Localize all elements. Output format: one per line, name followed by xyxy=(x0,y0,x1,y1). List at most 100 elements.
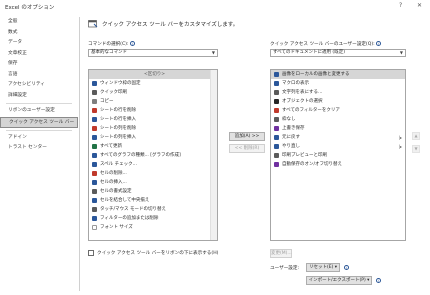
list-item[interactable]: クイック印刷 xyxy=(89,88,217,97)
nav-divider xyxy=(6,103,72,104)
spell-check-icon xyxy=(92,162,97,167)
info-icon: i xyxy=(376,41,382,46)
chevron-down-icon: ▼ xyxy=(399,50,403,55)
list-item-label: シートの行を挿入 xyxy=(100,117,136,122)
list-item[interactable]: シートの列を挿入 xyxy=(89,133,217,142)
list-item[interactable]: すべてのグラフの種類... [グラフの作成] xyxy=(89,151,217,160)
list-item-label: セルの削除... xyxy=(100,171,127,176)
reset-button[interactable]: リセット(E) ▾ xyxy=(306,263,340,272)
list-item-label: シートの行を削除 xyxy=(100,108,136,113)
list-item[interactable]: セルの挿入... xyxy=(89,178,217,187)
list-item[interactable]: タッチ/マウス モードの切り替え▸ xyxy=(89,205,217,214)
nav-item-formulas[interactable]: 数式 xyxy=(0,28,78,39)
info-icon: i xyxy=(129,41,135,46)
list-item[interactable]: セルの削除... xyxy=(89,169,217,178)
list-item[interactable]: スペル チェック... xyxy=(89,160,217,169)
move-up-button[interactable]: ▲ xyxy=(412,132,420,140)
nav-item-save[interactable]: 保存 xyxy=(0,59,78,70)
list-item[interactable]: マクロの表示 xyxy=(271,79,405,88)
nav-item-quick-access-toolbar[interactable]: クイック アクセス ツール バー xyxy=(0,116,78,128)
print-preview-icon xyxy=(274,153,279,158)
nav-item-accessibility[interactable]: アクセシビリティ xyxy=(0,80,78,91)
list-item-label: セルを結合して中央揃え xyxy=(100,198,150,203)
list-item[interactable]: セルの書式設定 xyxy=(89,187,217,196)
list-item[interactable]: シートの列を削除 xyxy=(89,124,217,133)
nav-item-advanced[interactable]: 詳細設定 xyxy=(0,91,78,102)
available-commands-list[interactable]: <区切り> ウィンドウ枠の固定▸ クイック印刷コピーシートの行を削除シートの行を挿入… xyxy=(88,69,218,241)
nav-item-data[interactable]: データ xyxy=(0,38,78,49)
quick-print-icon xyxy=(92,90,97,95)
list-item[interactable]: オブジェクトの選択 xyxy=(271,97,405,106)
nav-divider xyxy=(6,129,72,131)
filter-icon xyxy=(92,216,97,221)
nav-item-addins[interactable]: アドイン xyxy=(0,133,78,144)
list-item[interactable]: 画像をローカルの画像と変更する xyxy=(271,70,405,79)
move-down-button[interactable]: ▼ xyxy=(412,145,420,153)
macro-icon xyxy=(274,81,279,86)
refresh-all-icon xyxy=(92,144,97,149)
list-item-label: オブジェクトの選択 xyxy=(282,99,323,104)
help-button[interactable]: ? xyxy=(399,2,402,9)
delete-columns-icon xyxy=(92,126,97,131)
submenu-arrow-icon: |▸ xyxy=(398,135,402,140)
choose-commands-dropdown[interactable]: 基本的なコマンド ▼ xyxy=(88,49,218,57)
list-item-label: フィルターの追加または削除 xyxy=(100,216,159,221)
nav-item-general[interactable]: 全般 xyxy=(0,17,78,28)
list-item-label: やり直し xyxy=(282,144,300,149)
list-item[interactable]: すべて更新 xyxy=(89,142,217,151)
list-item[interactable]: 枠なし xyxy=(271,115,405,124)
list-item[interactable]: すべてのフィルターをクリア xyxy=(271,106,405,115)
list-item[interactable]: 印刷プレビューと印刷 xyxy=(271,151,405,160)
list-item[interactable]: フォント サイズ xyxy=(89,223,217,232)
list-item-label: セルの挿入... xyxy=(100,180,127,185)
modify-button[interactable]: 変更(M)... xyxy=(270,249,292,258)
list-item[interactable]: シートの行を挿入 xyxy=(89,115,217,124)
toolbar-commands-rows: 画像をローカルの画像と変更する マクロの表示文字列を表にする... オブジェクトの選… xyxy=(271,70,405,169)
list-item-label: ウィンドウ枠の固定 xyxy=(100,81,141,86)
show-below-ribbon-label: クイック アクセス ツール バーをリボンの下に表示する(H) xyxy=(97,251,219,256)
list-item[interactable]: 元に戻す |▸ xyxy=(271,133,405,142)
list-item[interactable]: ウィンドウ枠の固定▸ xyxy=(89,79,217,88)
list-item-label: セルの書式設定 xyxy=(100,189,132,194)
info-icon: i xyxy=(376,278,381,283)
list-item-label: <区切り> xyxy=(143,72,166,77)
chart-types-icon xyxy=(92,153,97,158)
list-item[interactable]: セルを結合して中央揃え xyxy=(89,196,217,205)
close-button[interactable]: ✕ xyxy=(417,2,422,9)
list-item-label: 画像をローカルの画像と変更する xyxy=(282,72,350,77)
clear-filter-icon xyxy=(274,108,279,113)
available-commands-scrollbar[interactable] xyxy=(210,70,217,240)
customize-toolbar-dropdown[interactable]: すべてのドキュメントに適用 (既定) ▼ xyxy=(270,49,406,57)
redo-icon xyxy=(274,144,279,149)
nav-item-customize-ribbon[interactable]: リボンのユーザー設定 xyxy=(0,106,78,117)
show-below-ribbon-checkbox[interactable] xyxy=(88,250,94,256)
list-item-label: 自動保存のオン/オフ切り替え xyxy=(282,162,343,167)
list-item-label: クイック印刷 xyxy=(100,90,127,95)
no-border-icon xyxy=(274,117,279,122)
undo-icon xyxy=(274,135,279,140)
list-item[interactable]: <区切り> xyxy=(89,70,217,79)
import-export-button[interactable]: インポート/エクスポート(P) ▾ xyxy=(306,276,372,285)
list-item[interactable]: 上書き保存 xyxy=(271,124,405,133)
remove-button[interactable]: << 削除(R) xyxy=(229,144,265,153)
list-item[interactable]: シートの行を削除 xyxy=(89,106,217,115)
list-item[interactable]: 文字列を表にする... xyxy=(271,88,405,97)
toolbar-commands-list[interactable]: 画像をローカルの画像と変更する マクロの表示文字列を表にする... オブジェクトの選… xyxy=(270,69,406,241)
add-button[interactable]: 追加(A) >> xyxy=(229,132,265,141)
list-item-label: フォント サイズ xyxy=(100,225,133,230)
list-item[interactable]: 自動保存のオン/オフ切り替え xyxy=(271,160,405,169)
nav-item-trust-center[interactable]: トラスト センター xyxy=(0,143,78,154)
insert-rows-icon xyxy=(92,117,97,122)
list-item[interactable]: フィルターの追加または削除 xyxy=(89,214,217,223)
choose-commands-label: コマンドの選択(C): i xyxy=(88,41,135,47)
freeze-panes-icon xyxy=(92,81,97,86)
info-icon: i xyxy=(344,265,349,270)
list-item-label: マクロの表示 xyxy=(282,81,309,86)
list-item-label: 印刷プレビューと印刷 xyxy=(282,153,327,158)
merge-center-icon xyxy=(92,198,97,203)
nav-item-language[interactable]: 言語 xyxy=(0,70,78,81)
list-item[interactable]: やり直し |▸ xyxy=(271,142,405,151)
nav-item-proofing[interactable]: 文章校正 xyxy=(0,49,78,60)
list-item[interactable]: コピー xyxy=(89,97,217,106)
copy-icon xyxy=(92,99,97,104)
